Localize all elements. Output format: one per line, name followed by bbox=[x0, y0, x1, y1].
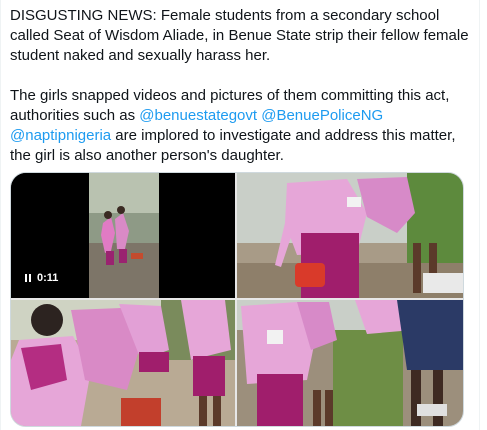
photo-3[interactable] bbox=[237, 300, 463, 426]
timeline-border-left bbox=[0, 0, 1, 430]
photo-1-image bbox=[237, 173, 463, 298]
video-player[interactable]: 0:11 bbox=[11, 173, 235, 298]
mention-benuestategovt[interactable]: @benuestategovt bbox=[139, 107, 257, 124]
pause-icon[interactable] bbox=[25, 274, 31, 282]
mention-benuepoliceng[interactable]: @BenuePoliceNG bbox=[261, 107, 383, 124]
photo-1[interactable] bbox=[237, 173, 463, 298]
photo-2-image bbox=[11, 300, 235, 426]
media-grid: 0:11 bbox=[10, 172, 464, 427]
tweet-text: DISGUSTING NEWS: Female students from a … bbox=[10, 6, 472, 166]
photo-3-image bbox=[237, 300, 463, 426]
mention-naptipnigeria[interactable]: @naptipnigeria bbox=[10, 127, 111, 144]
tweet-paragraph-2: The girls snapped videos and pictures of… bbox=[10, 86, 472, 166]
photo-2[interactable] bbox=[11, 300, 235, 426]
timeline-border-right bbox=[479, 0, 480, 430]
tweet-paragraph-1: DISGUSTING NEWS: Female students from a … bbox=[10, 7, 473, 64]
video-time-badge: 0:11 bbox=[19, 268, 65, 288]
video-time: 0:11 bbox=[37, 272, 59, 284]
